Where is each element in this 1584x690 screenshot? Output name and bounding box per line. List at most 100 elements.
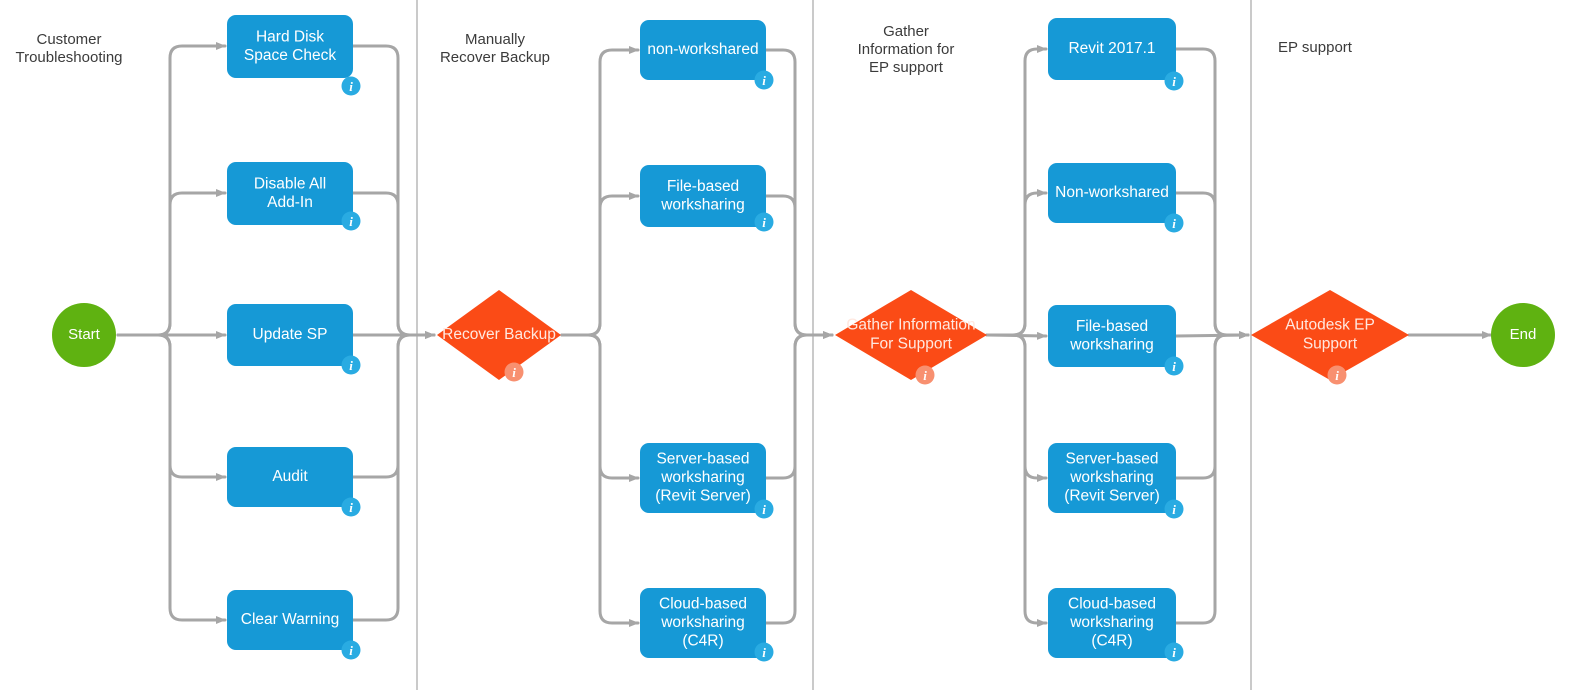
process-node-gi-revit-2017-1[interactable]: Revit 2017.1 — [1048, 18, 1176, 80]
process-node-label: Cloud-based — [659, 596, 747, 613]
connector-fanout — [985, 189, 1048, 337]
process-node-label: File-based — [667, 178, 739, 195]
process-node-mrb-file-based-worksharing[interactable]: File-basedworksharing — [640, 165, 766, 227]
decision-node-label: Autodesk EP — [1285, 317, 1375, 334]
lane-title-line: Information for — [858, 41, 955, 58]
info-icon-glyph: i — [762, 215, 766, 230]
process-node-label: File-based — [1076, 318, 1148, 335]
info-icon[interactable]: i — [341, 497, 361, 517]
connector-merge — [1174, 333, 1250, 480]
info-icon[interactable]: i — [1164, 642, 1184, 662]
process-node-label: Server-based — [1065, 451, 1158, 468]
connector-fanout — [985, 333, 1048, 482]
info-icon-glyph: i — [762, 73, 766, 88]
process-node-label: Hard Disk — [256, 28, 324, 45]
process-node-label: Non-workshared — [1055, 184, 1169, 201]
connector-fanout — [116, 189, 227, 337]
process-node-gi-server-based-worksharing[interactable]: Server-basedworksharing (Revit Server) — [1048, 443, 1176, 513]
info-icon[interactable]: i — [504, 362, 524, 382]
decision-node-label: Recover Backup — [442, 326, 556, 343]
process-node-label: worksharing — [1069, 469, 1154, 486]
info-icon-glyph: i — [349, 79, 353, 94]
lane-title-manually-recover-backup: ManuallyRecover Backup — [440, 31, 550, 66]
decision-node-label: Gather Information — [846, 317, 975, 334]
process-node-gi-file-based-worksharing[interactable]: File-basedworksharing — [1048, 305, 1176, 367]
info-icon[interactable]: i — [1164, 71, 1184, 91]
info-icon[interactable]: i — [754, 499, 774, 519]
lane-title-gather-information-for-ep-support: GatherInformation forEP support — [858, 23, 955, 76]
info-icon-glyph: i — [1172, 645, 1176, 660]
info-icon[interactable]: i — [341, 211, 361, 231]
process-node-mrb-cloud-based-worksharing[interactable]: Cloud-basedworksharing (C4R) — [640, 588, 766, 658]
lane-title-customer-troubleshooting: CustomerTroubleshooting — [15, 31, 122, 66]
info-icon[interactable]: i — [1164, 213, 1184, 233]
info-icon[interactable]: i — [341, 355, 361, 375]
info-icon-glyph: i — [512, 365, 516, 380]
info-icon-glyph: i — [1172, 359, 1176, 374]
process-node-mrb-server-based-worksharing[interactable]: Server-basedworksharing (Revit Server) — [640, 443, 766, 513]
process-node-hard-disk-space-check[interactable]: Hard Disk Space Check — [227, 15, 353, 78]
connector-merge — [764, 48, 834, 337]
process-node-label: Update SP — [253, 326, 328, 343]
lane-title-line: Gather — [883, 23, 929, 40]
info-icon[interactable]: i — [754, 70, 774, 90]
info-icon-glyph: i — [349, 500, 353, 515]
info-icon-glyph: i — [349, 214, 353, 229]
process-node-label: worksharing — [660, 469, 745, 486]
info-icon-glyph: i — [1172, 502, 1176, 517]
process-node-label: worksharing — [1069, 336, 1154, 353]
info-icon-glyph: i — [349, 358, 353, 373]
process-node-clear-warning[interactable]: Clear Warning — [227, 590, 353, 650]
decision-node-label: Support — [1303, 336, 1358, 353]
info-icon-glyph: i — [1172, 216, 1176, 231]
process-node-label: Add-In — [267, 194, 313, 211]
decision-node-autodesk-ep-support[interactable]: Autodesk EP Support — [1251, 290, 1409, 380]
info-icon[interactable]: i — [915, 365, 935, 385]
flowchart-svg: CustomerTroubleshooting ManuallyRecover B… — [15, 0, 1555, 690]
info-icon[interactable]: i — [341, 76, 361, 96]
info-icon[interactable]: i — [754, 212, 774, 232]
connector-merge — [764, 194, 834, 337]
connector-merge — [351, 44, 436, 337]
lane-title-line: EP support — [869, 59, 944, 76]
info-icon-glyph: i — [762, 645, 766, 660]
process-node-audit[interactable]: Audit — [227, 447, 353, 507]
process-node-label: (C4R) — [1091, 633, 1132, 650]
nodes-layer: Hard Disk Space Check i Disable All Add-In i U… — [52, 15, 1555, 662]
connector-merge — [351, 191, 436, 337]
connector-merge — [351, 333, 436, 479]
info-icon-glyph: i — [762, 502, 766, 517]
connector-merge — [764, 333, 834, 480]
decision-node-recover-backup[interactable]: Recover Backup — [437, 290, 561, 380]
info-icon[interactable]: i — [1164, 499, 1184, 519]
info-icon[interactable]: i — [754, 642, 774, 662]
info-icon[interactable]: i — [1164, 356, 1184, 376]
info-icon-glyph: i — [349, 643, 353, 658]
info-icon-glyph: i — [1335, 368, 1339, 383]
process-node-disable-all-add-in[interactable]: Disable All Add-In — [227, 162, 353, 225]
terminal-node-start[interactable]: Start — [52, 303, 116, 367]
process-node-label: worksharing — [660, 614, 745, 631]
process-node-label: Audit — [272, 468, 308, 485]
lane-title-line: Customer — [36, 31, 101, 48]
lane-title-line: EP support — [1278, 39, 1353, 56]
process-node-gi-cloud-based-worksharing[interactable]: Cloud-basedworksharing (C4R) — [1048, 588, 1176, 658]
lane-title-line: Recover Backup — [440, 49, 550, 66]
decision-node-gather-information-for-support[interactable]: Gather Information For Support — [835, 290, 987, 380]
info-icon[interactable]: i — [341, 640, 361, 660]
process-node-label: Space Check — [244, 47, 336, 64]
flowchart-canvas: Customer Troubleshooting Manually Recover B… — [0, 0, 1584, 690]
process-node-mrb-non-workshared[interactable]: non-workshared — [640, 20, 766, 80]
process-node-label: (C4R) — [682, 633, 723, 650]
process-node-gi-non-workshared[interactable]: Non-workshared — [1048, 163, 1176, 223]
process-node-update-sp[interactable]: Update SP — [227, 304, 353, 366]
terminal-node-end[interactable]: End — [1491, 303, 1555, 367]
decision-node-label: For Support — [870, 336, 953, 353]
lane-title-line: Troubleshooting — [15, 49, 122, 66]
process-node-label: worksharing — [660, 196, 745, 213]
info-icon-glyph: i — [1172, 74, 1176, 89]
process-node-label: Cloud-based — [1068, 596, 1156, 613]
terminal-node-label: Start — [68, 326, 101, 343]
process-node-label: Disable All — [254, 175, 326, 192]
info-icon[interactable]: i — [1327, 365, 1347, 385]
